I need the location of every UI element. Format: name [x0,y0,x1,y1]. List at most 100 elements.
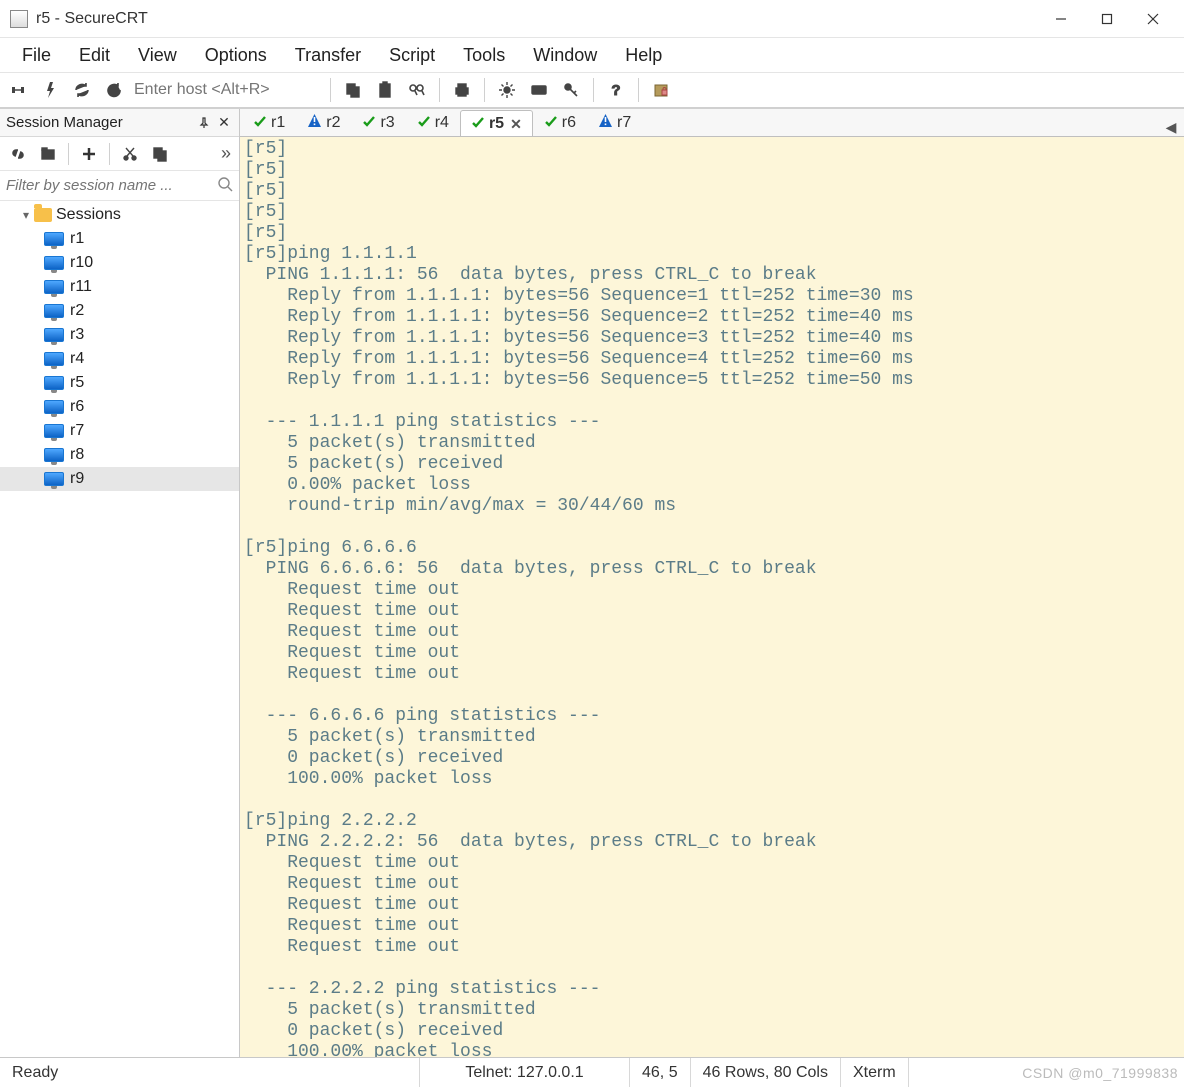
tab-strip: r1r2 r3 r4 r5 ✕ r6 r7 ◀ [240,109,1184,137]
status-term: Xterm [841,1058,909,1087]
session-item-label: r11 [70,278,92,296]
tab-label: r4 [435,114,449,132]
menu-script[interactable]: Script [375,41,449,70]
tab-label: r5 [489,115,504,133]
monitor-icon [44,304,64,318]
session-item-label: r5 [70,374,84,392]
session-item-label: r3 [70,326,84,344]
search-icon[interactable] [217,176,233,195]
link-icon[interactable] [4,140,32,168]
close-tab-icon[interactable]: ✕ [510,116,522,133]
tab-r6[interactable]: r6 [533,109,587,136]
session-item-label: r9 [70,470,84,488]
monitor-icon [44,280,64,294]
session-filter-input[interactable] [6,173,217,198]
session-item-label: r4 [70,350,84,368]
folder-icon [34,208,52,222]
more-icon[interactable]: » [217,143,235,164]
title-bar: r5 - SecureCRT [0,0,1184,38]
minimize-button[interactable] [1038,0,1084,38]
pin-icon[interactable] [195,114,213,132]
keyboard-icon[interactable] [525,76,553,104]
session-item-r1[interactable]: r1 [0,227,239,251]
chevron-down-icon[interactable]: ▾ [18,208,34,222]
session-item-r7[interactable]: r7 [0,419,239,443]
key-icon[interactable] [557,76,585,104]
close-panel-icon[interactable]: ✕ [215,114,233,132]
menu-options[interactable]: Options [191,41,281,70]
session-item-label: r1 [70,230,84,248]
reconnect-icon[interactable] [68,76,96,104]
reconnect-all-icon[interactable] [100,76,128,104]
copy-icon[interactable] [339,76,367,104]
tree-root-label: Sessions [56,206,121,224]
monitor-icon [44,232,64,246]
lock-session-icon[interactable] [647,76,675,104]
check-icon [417,114,431,133]
menu-edit[interactable]: Edit [65,41,124,70]
menu-window[interactable]: Window [519,41,611,70]
session-item-r4[interactable]: r4 [0,347,239,371]
session-manager-panel: Session Manager ✕ » ▾ Sessions r1 r10 r11 r2 r… [0,109,240,1057]
monitor-icon [44,352,64,366]
warning-icon [598,113,613,133]
print-icon[interactable] [448,76,476,104]
connect-icon[interactable] [4,76,32,104]
add-icon[interactable] [75,140,103,168]
session-item-r3[interactable]: r3 [0,323,239,347]
menu-bar: FileEditViewOptionsTransferScriptToolsWi… [0,38,1184,72]
status-ready: Ready [0,1058,420,1087]
tab-scroll-left-icon[interactable]: ◀ [1162,118,1180,136]
main-toolbar: ? [0,72,1184,108]
tab-label: r7 [617,114,631,132]
tab-r7[interactable]: r7 [587,109,642,136]
menu-help[interactable]: Help [611,41,676,70]
session-item-r5[interactable]: r5 [0,371,239,395]
tree-root[interactable]: ▾ Sessions [0,203,239,227]
session-item-label: r2 [70,302,84,320]
help-icon[interactable]: ? [602,76,630,104]
main-area: Session Manager ✕ » ▾Sessionsr1r10r11r2r… [0,108,1184,1057]
tab-label: r3 [380,114,394,132]
session-item-r10[interactable]: r10 [0,251,239,275]
session-item-r8[interactable]: r8 [0,443,239,467]
check-icon [544,114,558,133]
copy-session-icon[interactable] [146,140,174,168]
menu-tools[interactable]: Tools [449,41,519,70]
session-tree[interactable]: ▾ Sessions r1 r10 r11 r2 r3 r4 r5 r6r7r8 r9 [0,201,239,1057]
maximize-button[interactable] [1084,0,1130,38]
monitor-icon [44,376,64,390]
session-item-label: r10 [70,254,93,272]
find-icon[interactable] [403,76,431,104]
tab-r1[interactable]: r1 [242,109,296,136]
check-icon [253,114,267,133]
terminal-pane: r1r2 r3 r4 r5 ✕ r6 r7 ◀ [r5] [r5] [r5] [r5] [r5… [240,109,1184,1057]
warning-icon [307,113,322,133]
close-button[interactable] [1130,0,1176,38]
tab-r2[interactable]: r2 [296,109,351,136]
session-item-r9[interactable]: r9 [0,467,239,491]
menu-transfer[interactable]: Transfer [281,41,375,70]
session-manager-title: Session Manager [6,114,193,131]
monitor-icon [44,448,64,462]
host-input[interactable] [132,80,322,100]
session-item-r2[interactable]: r2 [0,299,239,323]
menu-view[interactable]: View [124,41,191,70]
new-tab-icon[interactable] [34,140,62,168]
settings-icon[interactable] [493,76,521,104]
monitor-icon [44,424,64,438]
tab-r3[interactable]: r3 [351,109,405,136]
tab-r4[interactable]: r4 [406,109,460,136]
paste-icon[interactable] [371,76,399,104]
quick-connect-icon[interactable] [36,76,64,104]
terminal-output[interactable]: [r5] [r5] [r5] [r5] [r5] [r5]ping 1.1.1.… [240,137,1184,1057]
session-filter [0,171,239,201]
tab-r5[interactable]: r5 ✕ [460,110,533,137]
app-icon [10,10,28,28]
session-manager-header: Session Manager ✕ [0,109,239,137]
session-item-r6[interactable]: r6 [0,395,239,419]
monitor-icon [44,472,64,486]
session-item-r11[interactable]: r11 [0,275,239,299]
menu-file[interactable]: File [8,41,65,70]
cut-icon[interactable] [116,140,144,168]
